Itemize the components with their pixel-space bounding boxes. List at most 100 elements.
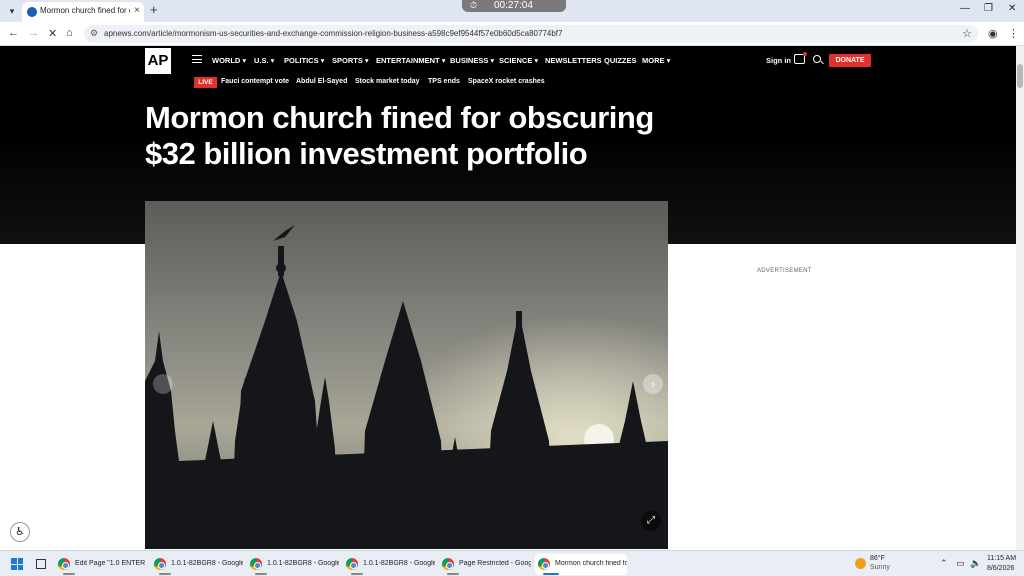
article-headline: Mormon church fined for obscuring $32 bi…	[145, 100, 665, 172]
page-scrollbar[interactable]	[1016, 46, 1024, 550]
trending-link[interactable]: Abdul El-Sayed	[296, 78, 347, 85]
taskbar-app-label: 1.0.1-82BGR8 - Google C	[363, 560, 435, 567]
clock-date[interactable]: 8/6/2026	[987, 565, 1014, 572]
new-tab-button[interactable]: +	[150, 2, 158, 17]
headline-line-1: Mormon church fined for obscuring	[145, 100, 654, 135]
home-button[interactable]: ⌂	[66, 27, 73, 39]
timer-text: 00:27:04	[494, 0, 533, 11]
trending-link[interactable]: SpaceX rocket crashes	[468, 78, 545, 85]
tray-chevron-icon[interactable]: ⌃	[940, 558, 948, 569]
nav-label: U.S.	[254, 56, 269, 65]
nav-politics[interactable]: POLITICS ▾	[284, 56, 324, 65]
chrome-icon	[346, 558, 358, 570]
nav-more[interactable]: MORE ▾	[642, 56, 670, 65]
weather-condition[interactable]: Sunny	[870, 564, 890, 571]
taskbar-app[interactable]: 1.0.1-82BGR8 - Google C	[247, 554, 339, 575]
nav-label: BUSINESS	[450, 56, 489, 65]
minimize-button[interactable]: —	[960, 3, 970, 14]
running-indicator	[543, 573, 559, 575]
address-bar-row: ← → ✕ ⌂ ⚙ apnews.com/article/mormonism-u…	[0, 22, 1024, 46]
site-info-icon[interactable]: ⚙	[90, 28, 98, 39]
taskbar-app-label: Page Restricted - Googl	[459, 560, 531, 567]
taskbar-app[interactable]: Edit Page "1.0 ENTER HE	[55, 554, 147, 575]
nav-sports[interactable]: SPORTS ▾	[332, 56, 369, 65]
chrome-icon	[250, 558, 262, 570]
forward-button[interactable]: →	[28, 27, 39, 39]
running-indicator	[447, 573, 459, 575]
next-image-button[interactable]: ›	[643, 374, 663, 394]
nav-label: MORE	[642, 56, 665, 65]
chrome-icon	[58, 558, 70, 570]
tab-list-chevron-icon[interactable]: ▾	[4, 3, 20, 19]
nav-label: WORLD	[212, 56, 241, 65]
nav-label: POLITICS	[284, 56, 319, 65]
clock-time[interactable]: 11:15 AM	[987, 555, 1016, 562]
expand-image-icon[interactable]: ⤢	[641, 511, 661, 531]
nav-label: SCIENCE	[499, 56, 533, 65]
running-indicator	[255, 573, 267, 575]
search-icon[interactable]	[813, 55, 821, 63]
windows-taskbar: Edit Page "1.0 ENTER HE 1.0.1-82BGR8 - G…	[0, 550, 1024, 576]
running-indicator	[159, 573, 171, 575]
chrome-icon	[538, 558, 550, 570]
close-window-button[interactable]: ✕	[1008, 3, 1016, 14]
task-view-icon[interactable]	[36, 559, 46, 569]
url-text[interactable]: apnews.com/article/mormonism-us-securiti…	[104, 29, 562, 38]
taskbar-app[interactable]: Page Restricted - Googl	[439, 554, 531, 575]
profile-icon[interactable]: ◉	[988, 27, 998, 40]
windows-start-icon[interactable]	[11, 558, 23, 570]
volume-icon[interactable]: 🔈	[970, 558, 981, 569]
tab-title: Mormon church fined for obsc	[40, 6, 130, 15]
sign-in-link[interactable]: Sign in	[766, 56, 791, 65]
chrome-icon	[442, 558, 454, 570]
nav-label: SPORTS	[332, 56, 363, 65]
weather-temperature[interactable]: 86°F	[870, 555, 885, 562]
nav-business[interactable]: BUSINESS ▾	[450, 56, 494, 65]
stopwatch-icon: ⏱	[470, 0, 478, 10]
ap-favicon-icon	[27, 7, 37, 17]
scrollbar-thumb[interactable]	[1017, 64, 1023, 88]
donate-button[interactable]: DONATE	[829, 54, 871, 67]
advertisement-label: ADVERTISEMENT	[757, 268, 812, 274]
back-button[interactable]: ←	[8, 27, 19, 39]
running-indicator	[351, 573, 363, 575]
notification-bell-icon[interactable]	[794, 52, 807, 64]
ap-logo[interactable]: AP	[145, 48, 171, 74]
recording-timer: ⏱ 00:27:04	[462, 0, 566, 12]
browser-tab-active[interactable]: Mormon church fined for obsc ×	[22, 2, 144, 22]
restore-button[interactable]: ❐	[984, 3, 993, 14]
live-badge[interactable]: LIVE	[194, 77, 217, 88]
running-indicator	[63, 573, 75, 575]
nav-science[interactable]: SCIENCE ▾	[499, 56, 538, 65]
nav-newsletters[interactable]: NEWSLETTERS	[545, 56, 602, 65]
taskbar-app[interactable]: 1.0.1-82BGR8 - Google C	[343, 554, 435, 575]
omnibox[interactable]: ⚙ apnews.com/article/mormonism-us-securi…	[84, 25, 978, 43]
nav-us[interactable]: U.S. ▾	[254, 56, 274, 65]
chrome-icon	[154, 558, 166, 570]
previous-image-button[interactable]	[153, 374, 173, 394]
taskbar-app-label: Edit Page "1.0 ENTER HE	[75, 560, 147, 567]
taskbar-app[interactable]: 1.0.1-82BGR8 - Google C	[151, 554, 243, 575]
trending-link[interactable]: TPS ends	[428, 78, 460, 85]
tab-close-icon[interactable]: ×	[134, 5, 140, 16]
nav-world[interactable]: WORLD ▾	[212, 56, 246, 65]
temple-silhouette-image	[145, 201, 668, 549]
nav-entertainment[interactable]: ENTERTAINMENT ▾	[376, 56, 445, 65]
stop-loading-button[interactable]: ✕	[48, 27, 57, 40]
taskbar-app-label: 1.0.1-82BGR8 - Google C	[171, 560, 243, 567]
trending-link[interactable]: Stock market today	[355, 78, 420, 85]
trending-link[interactable]: Fauci contempt vote	[221, 78, 289, 85]
nav-label: ENTERTAINMENT	[376, 56, 440, 65]
browser-menu-icon[interactable]: ⋮	[1008, 27, 1019, 40]
browser-tab-strip: ▾ Mormon church fined for obsc × + ⏱ 00:…	[0, 0, 1024, 22]
taskbar-app-active[interactable]: Mormon church fined fo	[535, 554, 627, 575]
network-icon[interactable]: ▭	[956, 558, 965, 569]
accessibility-icon[interactable]: ♿	[10, 522, 30, 542]
sun-icon[interactable]	[855, 558, 866, 569]
nav-quizzes[interactable]: QUIZZES	[604, 56, 637, 65]
bookmark-star-icon[interactable]: ☆	[962, 27, 972, 40]
notification-dot	[803, 52, 807, 56]
headline-line-2: $32 billion investment portfolio	[145, 136, 588, 171]
hero-photo[interactable]: › ⤢	[145, 201, 668, 549]
hamburger-menu-icon[interactable]	[192, 55, 202, 63]
